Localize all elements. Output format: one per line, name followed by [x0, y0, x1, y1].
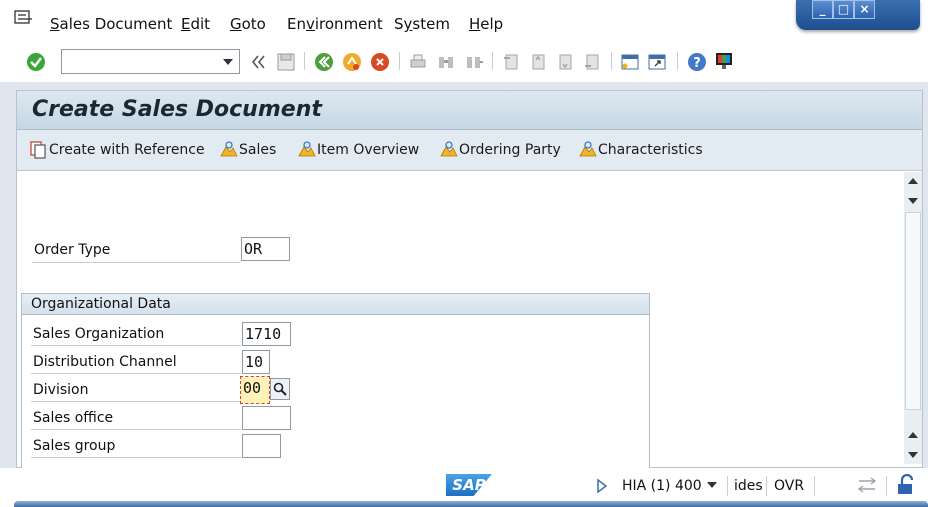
label-line: [31, 401, 241, 402]
menu-system[interactable]: System: [394, 15, 450, 33]
menu-mnemonic: v: [305, 15, 315, 33]
minimize-button[interactable]: _: [812, 0, 833, 19]
maximize-button[interactable]: □: [833, 0, 854, 19]
chevron-down-icon[interactable]: [707, 482, 717, 488]
overview-icon: [579, 141, 597, 157]
sales-organization-field[interactable]: 1710: [242, 322, 291, 346]
close-button[interactable]: ×: [854, 0, 875, 19]
item-overview-button[interactable]: Item Overview: [298, 140, 419, 160]
customize-layout-icon[interactable]: [714, 51, 734, 71]
scroll-page-down-icon[interactable]: [908, 452, 918, 458]
item-overview-label: Item Overview: [317, 142, 420, 158]
cancel-icon[interactable]: [370, 52, 390, 72]
screen-title-bar: Create Sales Document: [17, 91, 922, 130]
window-controls: _ □ ×: [796, 0, 920, 30]
sales-label: Sales: [239, 142, 277, 158]
collapse-command-icon[interactable]: [249, 52, 269, 72]
command-field[interactable]: [61, 49, 240, 74]
new-session-icon[interactable]: [620, 52, 640, 72]
previous-page-icon[interactable]: [528, 52, 548, 72]
search-icon: [273, 382, 287, 396]
division-search-help-button[interactable]: [270, 378, 290, 400]
find-icon[interactable]: [436, 52, 456, 72]
copy-document-icon: [30, 141, 46, 159]
menu-help[interactable]: Help: [469, 15, 503, 33]
lock-icon[interactable]: [896, 474, 916, 496]
ordering-party-label: Ordering Party: [459, 142, 561, 158]
svg-text:?: ?: [693, 56, 701, 71]
menu-environment[interactable]: Environment: [287, 15, 383, 33]
order-type-label: Order Type: [34, 242, 111, 258]
chevron-down-icon[interactable]: [223, 59, 233, 65]
sales-group-field[interactable]: [242, 434, 281, 458]
distribution-channel-label: Distribution Channel: [33, 354, 177, 370]
save-icon[interactable]: [276, 52, 296, 72]
menu-mnemonic: E: [181, 15, 191, 33]
division-label: Division: [33, 382, 89, 398]
transfer-icon[interactable]: [856, 476, 878, 494]
menu-mnemonic: H: [469, 15, 481, 33]
label-line: [31, 429, 241, 430]
scroll-down-icon[interactable]: [908, 198, 918, 204]
overview-icon: [220, 141, 238, 157]
system-menu-icon[interactable]: [14, 10, 34, 26]
sales-office-label: Sales office: [33, 410, 114, 426]
sales-group-label: Sales group: [33, 438, 116, 454]
menu-edit[interactable]: Edit: [181, 15, 210, 33]
menu-goto[interactable]: Goto: [230, 15, 266, 33]
exit-icon[interactable]: [342, 52, 362, 72]
create-with-reference-label: Create with Reference: [49, 142, 205, 158]
label-line: [31, 457, 241, 458]
find-next-icon[interactable]: [464, 52, 484, 72]
application-toolbar: Create with Reference Sales Item Overvie…: [17, 130, 922, 171]
overview-icon: [298, 141, 316, 157]
first-page-icon[interactable]: [501, 52, 521, 72]
menu-mnemonic: S: [50, 15, 60, 33]
ordering-party-button[interactable]: Ordering Party: [440, 140, 561, 160]
vertical-scrollbar[interactable]: [904, 172, 922, 464]
label-line: [31, 345, 241, 346]
menu-mnemonic: G: [230, 15, 242, 33]
menu-sales-document[interactable]: Sales Document: [50, 15, 172, 33]
last-page-icon[interactable]: [582, 52, 602, 72]
organizational-data-group: Organizational Data Sales Organization 1…: [21, 293, 650, 469]
main-panel: Create Sales Document Create with Refere…: [16, 90, 923, 469]
back-icon[interactable]: [314, 52, 334, 72]
help-icon[interactable]: ?: [687, 52, 707, 72]
division-field[interactable]: 00: [240, 376, 270, 404]
order-type-field[interactable]: OR: [241, 237, 290, 261]
sales-button[interactable]: Sales: [220, 140, 276, 160]
shortcut-icon[interactable]: [647, 52, 667, 72]
insert-mode: OVR: [774, 478, 805, 494]
host-name: ides: [734, 478, 763, 494]
order-type-label-line: [32, 262, 240, 263]
sales-organization-label: Sales Organization: [33, 326, 165, 342]
play-icon[interactable]: [596, 478, 608, 494]
characteristics-label: Characteristics: [598, 142, 703, 158]
group-header: Organizational Data: [22, 294, 649, 315]
scroll-thumb[interactable]: [905, 212, 921, 410]
sales-office-field[interactable]: [242, 406, 291, 430]
print-icon[interactable]: [408, 52, 428, 72]
distribution-channel-field[interactable]: 10: [242, 350, 270, 374]
system-info: HIA (1) 400: [622, 478, 702, 494]
scroll-up-icon[interactable]: [908, 178, 918, 184]
create-with-reference-button[interactable]: Create with Reference: [30, 140, 205, 160]
page-title: Create Sales Document: [32, 97, 322, 122]
menu-bar: Sales Document Edit Goto Environment Sys…: [0, 0, 928, 44]
group-title: Organizational Data: [31, 296, 171, 312]
menu-mnemonic: y: [403, 15, 413, 33]
characteristics-button[interactable]: Characteristics: [579, 140, 703, 160]
scroll-page-up-icon[interactable]: [908, 432, 918, 438]
next-page-icon[interactable]: [555, 52, 575, 72]
overview-icon: [440, 141, 458, 157]
status-bottom-bar: [14, 501, 928, 507]
enter-icon[interactable]: [26, 52, 46, 72]
label-line: [31, 373, 241, 374]
